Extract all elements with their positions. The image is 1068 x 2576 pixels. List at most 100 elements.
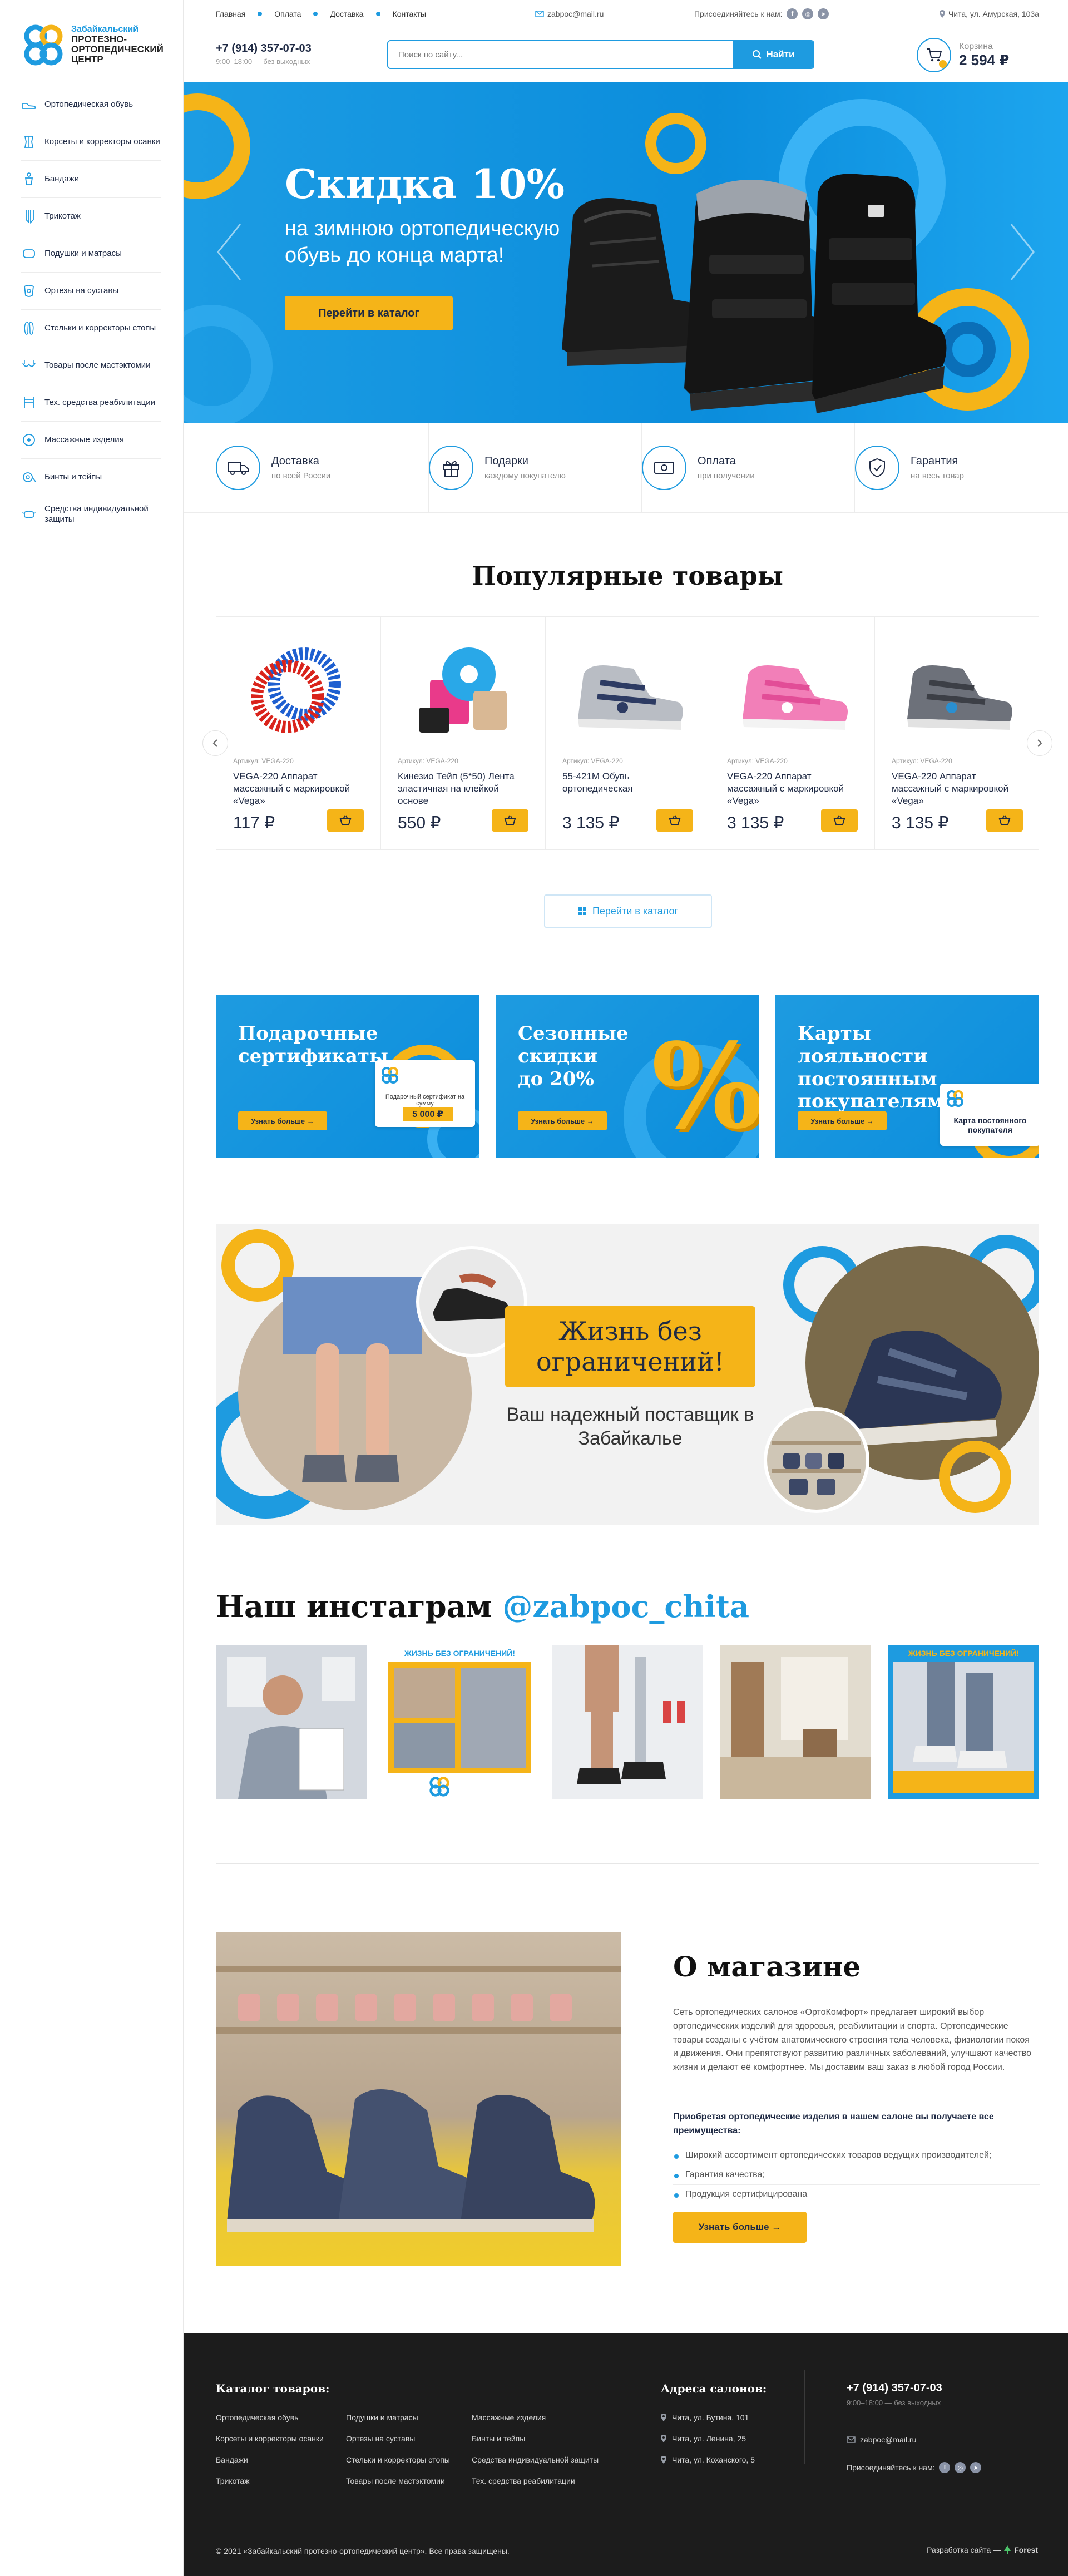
top-nav-payment[interactable]: Оплата xyxy=(274,9,301,18)
shield-icon xyxy=(869,458,886,478)
sidebar-item-insoles[interactable]: Стельки и корректоры стопы xyxy=(21,310,161,347)
footer-link[interactable]: Тех. средства реабилитации xyxy=(472,2476,599,2485)
footer-link[interactable]: Товары после мастэктомии xyxy=(346,2476,450,2485)
footer-link[interactable]: Ортопедическая обувь xyxy=(216,2413,324,2422)
footer-developer[interactable]: Разработка сайта — Forest xyxy=(927,2545,1038,2554)
product-name[interactable]: VEGA-220 Аппарат массажный с маркировкой… xyxy=(892,770,1023,809)
footer-phone[interactable]: +7 (914) 357-07-03 xyxy=(847,2382,942,2395)
instagram-feed: ЖИЗНЬ БЕЗ ОГРАНИЧЕНИЙ! ЖИЗНЬ БЕЗ ОГРАНИЧ… xyxy=(216,1645,1039,1799)
sidebar-item-tapes[interactable]: Бинты и тейпы xyxy=(21,459,161,496)
telegram-icon[interactable]: ➤ xyxy=(970,2462,982,2473)
location-pin-icon xyxy=(939,10,945,18)
footer-social: Присоединяйтесь к нам: f ◎ ➤ xyxy=(847,2462,982,2473)
product-name[interactable]: VEGA-220 Аппарат массажный с маркировкой… xyxy=(727,770,858,809)
instagram-post[interactable] xyxy=(552,1645,703,1799)
footer-link[interactable]: Средства индивидуальной защиты xyxy=(472,2455,599,2464)
nav-separator-dot xyxy=(258,12,263,16)
instagram-handle[interactable]: @zabpoc_chita xyxy=(502,1589,749,1624)
instagram-post[interactable]: ЖИЗНЬ БЕЗ ОГРАНИЧЕНИЙ! xyxy=(888,1645,1039,1799)
footer-link[interactable]: Подушки и матрасы xyxy=(346,2413,450,2422)
footer-link[interactable]: Трикотаж xyxy=(216,2476,324,2485)
sidebar-item-rehab[interactable]: Тех. средства реабилитации xyxy=(21,384,161,422)
sidebar-item-bandages[interactable]: Бандажи xyxy=(21,161,161,198)
popular-catalog-button[interactable]: Перейти в каталог xyxy=(544,894,712,928)
search-button[interactable]: Найти xyxy=(733,41,813,68)
top-nav-home[interactable]: Главная xyxy=(216,9,245,18)
promo-more-button[interactable]: Узнать больше → xyxy=(518,1111,607,1130)
feature-gifts[interactable]: Подарки каждому покупателю xyxy=(429,423,642,513)
hero-catalog-button[interactable]: Перейти в каталог xyxy=(285,296,453,330)
facebook-icon[interactable]: f xyxy=(939,2462,951,2473)
footer-link[interactable]: Массажные изделия xyxy=(472,2413,599,2422)
footer-link[interactable]: Бандажи xyxy=(216,2455,324,2464)
facebook-icon[interactable]: f xyxy=(787,8,798,19)
logo-line-1: Забайкальский xyxy=(71,24,139,34)
logo[interactable]: Забайкальский протезно- ортопедический ц… xyxy=(21,21,166,68)
feature-warranty[interactable]: Гарантия на весь товар xyxy=(855,423,1068,513)
massage-rings-image xyxy=(251,647,341,733)
sidebar-item-knitwear[interactable]: Трикотаж xyxy=(21,198,161,235)
product-name[interactable]: VEGA-220 Аппарат массажный с маркировкой… xyxy=(233,770,364,809)
phone-number[interactable]: +7 (914) 357-07-03 xyxy=(216,42,312,55)
about-more-button[interactable]: Узнать больше → xyxy=(673,2212,807,2243)
promo-cards: Подарочный сертификат на сумму 5 000 ₽ П… xyxy=(216,995,1039,1158)
developer-name: Forest xyxy=(1014,2545,1038,2554)
sidebar-item-mastectomy[interactable]: Товары после мастэктомии xyxy=(21,347,161,384)
instagram-post[interactable] xyxy=(720,1645,871,1799)
footer-link[interactable]: Ортезы на суставы xyxy=(346,2434,450,2443)
add-to-cart-button[interactable] xyxy=(492,809,528,832)
add-to-cart-button[interactable] xyxy=(986,809,1023,832)
cart-button[interactable] xyxy=(917,38,951,72)
sidebar-item-pillows[interactable]: Подушки и матрасы xyxy=(21,235,161,273)
telegram-icon[interactable]: ➤ xyxy=(818,8,829,19)
promo-loyalty-cards[interactable]: Карта постоянного покупателя Карты лояль… xyxy=(775,995,1039,1158)
product-name[interactable]: Кинезио Тейп (5*50) Лента эластичная на … xyxy=(398,770,528,809)
feature-payment[interactable]: Оплата при получении xyxy=(642,423,856,513)
product-card[interactable]: Артикул: VEGA-220 VEGA-220 Аппарат масса… xyxy=(710,617,875,849)
instagram-icon[interactable]: ◎ xyxy=(802,8,814,19)
add-to-cart-button[interactable] xyxy=(821,809,858,832)
corset-icon xyxy=(24,136,34,148)
hero-prev-arrow[interactable] xyxy=(212,221,246,283)
top-email[interactable]: zabpoc@mail.ru xyxy=(535,9,604,18)
footer-link[interactable]: Корсеты и корректоры осанки xyxy=(216,2434,324,2443)
promo-seasonal-discounts[interactable]: % Сезонные скидки до 20% Узнать больше → xyxy=(496,995,759,1158)
instagram-post[interactable] xyxy=(216,1645,367,1799)
add-to-cart-button[interactable] xyxy=(656,809,693,832)
sidebar-item-orthoses[interactable]: Ортезы на суставы xyxy=(21,273,161,310)
walker-icon xyxy=(24,397,34,408)
sidebar-item-orthopedic-shoes[interactable]: Ортопедическая обувь xyxy=(21,86,161,123)
footer-link[interactable]: Стельки и корректоры стопы xyxy=(346,2455,450,2464)
hero-next-arrow[interactable] xyxy=(1006,221,1039,283)
list-item: Продукция сертифицирована xyxy=(673,2185,1040,2204)
promo-gift-certificates[interactable]: Подарочный сертификат на сумму 5 000 ₽ П… xyxy=(216,995,479,1158)
product-card[interactable]: Артикул: VEGA-220 VEGA-220 Аппарат масса… xyxy=(216,617,381,849)
product-card[interactable]: Артикул: VEGA-220 VEGA-220 Аппарат масса… xyxy=(875,617,1040,849)
top-nav: Главная Оплата Доставка Контакты xyxy=(216,9,426,18)
feature-icon-wrap xyxy=(429,446,474,490)
promo-more-button[interactable]: Узнать больше → xyxy=(798,1111,887,1130)
top-nav-delivery[interactable]: Доставка xyxy=(330,9,363,18)
add-to-cart-button[interactable] xyxy=(327,809,364,832)
cart[interactable]: Корзина 2 594 ₽ xyxy=(917,38,1009,72)
product-name[interactable]: 55-421М Обувь ортопедическая xyxy=(562,770,693,809)
instagram-post[interactable]: ЖИЗНЬ БЕЗ ОГРАНИЧЕНИЙ! xyxy=(384,1645,535,1799)
instagram-icon[interactable]: ◎ xyxy=(955,2462,966,2473)
sidebar-item-corsets[interactable]: Корсеты и корректоры осанки xyxy=(21,123,161,161)
sidebar-item-massage[interactable]: Массажные изделия xyxy=(21,422,161,459)
product-price: 117 ₽ xyxy=(233,814,275,832)
product-card[interactable]: Артикул: VEGA-220 Кинезио Тейп (5*50) Ле… xyxy=(381,617,546,849)
product-card[interactable]: Артикул: VEGA-220 55-421М Обувь ортопеди… xyxy=(546,617,710,849)
feature-delivery[interactable]: Доставка по всей России xyxy=(216,423,429,513)
top-address-text: Чита, ул. Амурская, 103а xyxy=(948,9,1039,18)
nav-separator-dot xyxy=(375,12,380,16)
search-input[interactable] xyxy=(388,41,733,68)
top-email-text: zabpoc@mail.ru xyxy=(547,9,604,18)
promo-more-button[interactable]: Узнать больше → xyxy=(238,1111,327,1130)
top-nav-contacts[interactable]: Контакты xyxy=(393,9,426,18)
footer-email[interactable]: zabpoc@mail.ru xyxy=(847,2435,916,2444)
basket-icon xyxy=(669,815,681,825)
footer-catalog-title: Каталог товаров: xyxy=(216,2382,330,2395)
sidebar-item-ppe[interactable]: Средства индивидуальной защиты xyxy=(21,496,161,533)
footer-link[interactable]: Бинты и тейпы xyxy=(472,2434,599,2443)
